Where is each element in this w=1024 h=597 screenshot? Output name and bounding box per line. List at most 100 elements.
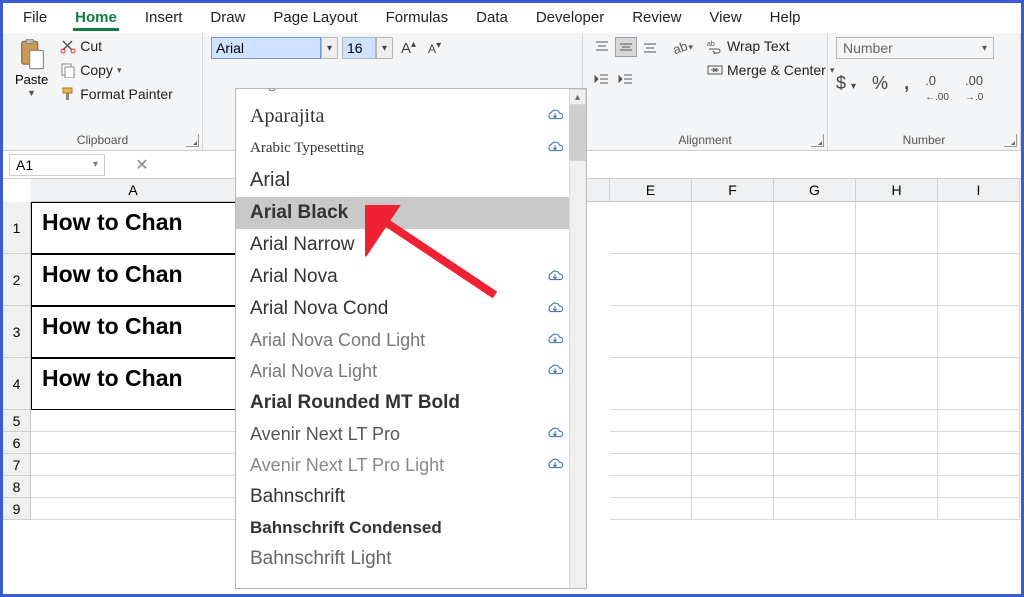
cell[interactable] [938, 202, 1020, 254]
row-header[interactable]: 7 [3, 454, 31, 476]
merge-center-button[interactable]: Merge & Center ▾ [705, 61, 836, 79]
font-option[interactable]: Bahnschrift Light [236, 543, 586, 568]
cell[interactable] [774, 254, 856, 306]
cell[interactable] [692, 306, 774, 358]
cell[interactable] [938, 358, 1020, 410]
font-option[interactable]: Arial Black [236, 197, 586, 229]
row-header[interactable]: 6 [3, 432, 31, 454]
comma-format-button[interactable]: , [904, 73, 909, 103]
tab-insert[interactable]: Insert [143, 7, 185, 31]
font-name-drop-icon[interactable]: ▾ [321, 37, 338, 59]
font-option[interactable]: Arial Nova Light [236, 356, 586, 387]
format-painter-button[interactable]: Format Painter [58, 85, 175, 103]
cell[interactable] [938, 432, 1020, 454]
cell[interactable] [938, 410, 1020, 432]
accounting-format-button[interactable]: $ ▾ [836, 73, 856, 103]
tab-data[interactable]: Data [474, 7, 510, 31]
font-dropdown-list[interactable]: AngsanaUPCAparajitaArabic TypesettingAri… [235, 88, 587, 589]
cell[interactable] [774, 476, 856, 498]
cell[interactable] [856, 476, 938, 498]
scrollbar[interactable] [569, 89, 586, 588]
column-header[interactable]: G [774, 179, 856, 202]
tab-page-layout[interactable]: Page Layout [271, 7, 359, 31]
cell[interactable] [31, 432, 236, 454]
column-header[interactable]: A [31, 179, 236, 202]
increase-indent-button[interactable] [615, 69, 637, 89]
cell[interactable] [610, 358, 692, 410]
increase-decimal-button[interactable]: .0←.00 [925, 73, 949, 103]
font-option[interactable]: Avenir Next LT Pro [236, 419, 586, 450]
cell[interactable] [610, 306, 692, 358]
cell[interactable] [610, 432, 692, 454]
cell[interactable]: How to Chan [31, 202, 236, 254]
font-option[interactable]: Avenir Next LT Pro Light [236, 450, 586, 481]
cell[interactable] [938, 306, 1020, 358]
font-option[interactable]: Bahnschrift Condensed [236, 513, 586, 543]
cell[interactable] [692, 454, 774, 476]
number-format-combo[interactable]: Number ▾ [836, 37, 994, 59]
row-header[interactable]: 3 [3, 306, 31, 358]
cell[interactable]: How to Chan [31, 358, 236, 410]
cell[interactable] [774, 454, 856, 476]
cell[interactable] [774, 202, 856, 254]
tab-formulas[interactable]: Formulas [384, 7, 451, 31]
font-name-combo[interactable]: ▾ [211, 37, 338, 59]
cell[interactable] [856, 202, 938, 254]
align-middle-button[interactable] [615, 37, 637, 57]
tab-file[interactable]: File [21, 7, 49, 31]
font-option[interactable]: Arial Narrow [236, 229, 586, 261]
cell[interactable] [938, 454, 1020, 476]
cell[interactable] [856, 454, 938, 476]
tab-draw[interactable]: Draw [208, 7, 247, 31]
cell[interactable]: How to Chan [31, 306, 236, 358]
font-option[interactable]: Arial Nova Cond Light [236, 325, 586, 356]
tab-help[interactable]: Help [768, 7, 803, 31]
name-box[interactable]: A1 ▾ [9, 154, 105, 176]
cell[interactable] [610, 476, 692, 498]
cell[interactable] [938, 498, 1020, 520]
cell[interactable] [938, 254, 1020, 306]
cell[interactable] [938, 476, 1020, 498]
cell[interactable] [774, 306, 856, 358]
decrease-font-button[interactable]: A▾ [424, 40, 445, 56]
wrap-text-button[interactable]: ab Wrap Text [705, 37, 836, 55]
align-bottom-button[interactable] [639, 37, 661, 57]
cancel-edit-button[interactable]: ✕ [131, 155, 153, 175]
cell[interactable] [692, 498, 774, 520]
cell[interactable] [610, 454, 692, 476]
font-option[interactable]: Aparajita [236, 100, 586, 133]
cell[interactable] [774, 498, 856, 520]
increase-font-button[interactable]: A▴ [397, 39, 420, 57]
font-size-input[interactable] [342, 37, 376, 59]
tab-view[interactable]: View [707, 7, 743, 31]
percent-format-button[interactable]: % [872, 73, 888, 103]
font-option[interactable]: AngsanaUPC [236, 88, 586, 100]
cell[interactable] [31, 498, 236, 520]
cell[interactable] [692, 432, 774, 454]
row-header[interactable]: 4 [3, 358, 31, 410]
cell[interactable] [610, 254, 692, 306]
scroll-up-button[interactable]: ▴ [569, 89, 586, 105]
cell[interactable] [610, 498, 692, 520]
font-option[interactable]: Arial Nova [236, 261, 586, 293]
cell[interactable] [31, 476, 236, 498]
cell[interactable] [692, 410, 774, 432]
clipboard-dialog-launcher[interactable] [186, 134, 199, 147]
cell[interactable] [610, 410, 692, 432]
cell[interactable] [31, 454, 236, 476]
cell[interactable]: How to Chan [31, 254, 236, 306]
row-header[interactable]: 1 [3, 202, 31, 254]
tab-home[interactable]: Home [73, 7, 119, 31]
cell[interactable] [610, 202, 692, 254]
cell[interactable] [856, 410, 938, 432]
decrease-decimal-button[interactable]: .00→.0 [965, 73, 983, 103]
font-size-drop-icon[interactable]: ▾ [376, 37, 393, 59]
font-name-input[interactable] [211, 37, 321, 59]
cell[interactable] [692, 254, 774, 306]
paste-button[interactable]: Paste ▼ [11, 37, 52, 100]
font-option[interactable]: Arial Rounded MT Bold [236, 387, 586, 419]
column-header[interactable]: H [856, 179, 938, 202]
font-option[interactable]: Bahnschrift [236, 481, 586, 513]
cut-button[interactable]: Cut [58, 37, 175, 55]
cell[interactable] [856, 498, 938, 520]
